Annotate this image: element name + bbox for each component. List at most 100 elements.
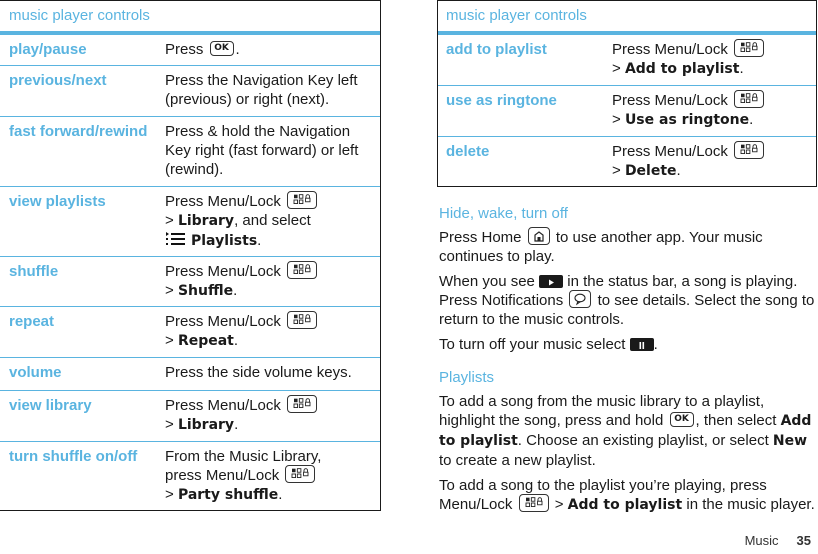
- hide-wake-section: Hide, wake, turn off Press Home to use a…: [439, 205, 817, 354]
- paragraph: When you see in the status bar, a song i…: [439, 272, 817, 329]
- desc-text: From the Music Library,: [165, 448, 322, 465]
- arrow: >: [165, 486, 174, 504]
- music-controls-table-right: music player controls add to playlist Pr…: [437, 0, 817, 187]
- control-description: Press Menu/Lock > Library, and select Pl…: [165, 191, 380, 256]
- table-row: fast forward/rewind Press & hold the Nav…: [0, 117, 380, 187]
- text: , then select: [695, 412, 777, 429]
- control-description: Press Menu/Lock > Shuffle.: [165, 261, 380, 306]
- menu-option: Delete: [624, 163, 677, 180]
- table-title: music player controls: [0, 1, 380, 35]
- menu-lock-key-icon: [287, 311, 318, 330]
- menu-option: Party shuffle: [177, 487, 279, 504]
- menu-option: Repeat: [177, 333, 234, 350]
- text: When you see: [439, 273, 535, 291]
- page-number: 35: [796, 533, 811, 548]
- play-status-icon: [539, 274, 564, 288]
- menu-option: Library: [177, 213, 235, 230]
- ok-key-icon: OK: [669, 411, 694, 427]
- arrow: >: [165, 212, 174, 230]
- desc-text: .: [233, 282, 238, 300]
- playlists-section: Playlists To add a song from the music l…: [439, 369, 817, 515]
- desc-text: .: [739, 60, 744, 78]
- paragraph: To turn off your music select .: [439, 335, 817, 354]
- notifications-key-icon: [569, 290, 592, 309]
- control-description: Press the Navigation Key left (previous)…: [165, 72, 358, 108]
- table-row: repeat Press Menu/Lock > Repeat.: [0, 307, 380, 358]
- menu-option: Shuffle: [177, 283, 234, 300]
- menu-lock-key-icon: [287, 261, 318, 280]
- table-row: add to playlist Press Menu/Lock > Add to…: [438, 35, 816, 86]
- menu-option: Use as ringtone: [624, 112, 750, 129]
- desc-text: press Menu/Lock: [165, 467, 280, 484]
- menu-lock-key-icon: [285, 465, 316, 484]
- menu-lock-key-icon: [734, 141, 765, 160]
- text: Press Home: [439, 229, 522, 246]
- text: to create a new playlist.: [439, 452, 596, 469]
- control-description: From the Music Library, press Menu/Lock …: [165, 447, 380, 510]
- table-row: use as ringtone Press Menu/Lock > Use as…: [438, 86, 816, 137]
- section-heading: Playlists: [439, 369, 495, 386]
- desc-text: .: [234, 416, 239, 434]
- table-row: turn shuffle on/off From the Music Libra…: [0, 442, 380, 510]
- playlists-icon: [166, 232, 185, 246]
- control-name: delete: [446, 143, 490, 160]
- arrow: >: [612, 60, 621, 78]
- text: in the music player.: [686, 496, 815, 513]
- desc-text: .: [233, 332, 239, 350]
- paragraph: To add a song from the music library to …: [439, 392, 817, 470]
- menu-option: Playlists: [191, 233, 258, 250]
- control-name: repeat: [9, 313, 55, 330]
- control-description: Press Menu/Lock > Use as ringtone.: [612, 90, 816, 136]
- arrow: >: [612, 111, 621, 129]
- table-row: shuffle Press Menu/Lock > Shuffle.: [0, 257, 380, 307]
- desc-text: .: [257, 232, 262, 250]
- desc-text: Press Menu/Lock: [165, 263, 281, 280]
- paragraph: Press Home to use another app. Your musi…: [439, 227, 817, 266]
- music-controls-table-left: music player controls play/pause Press O…: [0, 0, 381, 511]
- text: . Choose an existing playlist, or select: [517, 432, 769, 449]
- desc-text: Press Menu/Lock: [612, 41, 728, 58]
- control-description: Press Menu/Lock > Library.: [165, 395, 380, 441]
- control-name: shuffle: [9, 263, 59, 280]
- control-name: play/pause: [9, 41, 87, 58]
- table-row: previous/next Press the Navigation Key l…: [0, 66, 380, 117]
- menu-option: Add to playlist: [624, 61, 740, 78]
- text: To turn off your music select: [439, 336, 626, 354]
- menu-option: Add to playlist: [567, 497, 683, 513]
- table-row: view library Press Menu/Lock > Library.: [0, 391, 380, 442]
- desc-text: .: [676, 162, 681, 180]
- arrow: >: [165, 332, 174, 350]
- control-name: use as ringtone: [446, 92, 557, 109]
- control-description: Press the side volume keys.: [165, 364, 352, 381]
- desc-text: .: [278, 486, 283, 504]
- control-description: Press OK.: [165, 40, 380, 65]
- control-description: Press Menu/Lock > Add to playlist.: [612, 39, 816, 85]
- desc-text: .: [749, 111, 754, 129]
- control-name: volume: [9, 364, 62, 381]
- control-description: Press Menu/Lock > Repeat.: [165, 311, 380, 357]
- table-row: volume Press the side volume keys.: [0, 358, 380, 391]
- control-name: add to playlist: [446, 41, 547, 58]
- menu-lock-key-icon: [518, 494, 549, 513]
- ok-key-icon: OK: [209, 40, 234, 56]
- desc-text: Press Menu/Lock: [612, 92, 728, 109]
- control-name: turn shuffle on/off: [9, 448, 138, 465]
- table-row: view playlists Press Menu/Lock > Library…: [0, 187, 380, 257]
- control-name: previous/next: [9, 72, 107, 89]
- desc-text: , and select: [234, 212, 311, 230]
- control-description: Press Menu/Lock > Delete.: [612, 141, 816, 185]
- control-name: view playlists: [9, 193, 106, 210]
- table-row: delete Press Menu/Lock > Delete.: [438, 137, 816, 185]
- arrow: >: [612, 162, 621, 180]
- arrow: >: [165, 416, 174, 434]
- desc-text: Press Menu/Lock: [165, 397, 281, 414]
- arrow: >: [165, 282, 174, 300]
- desc-text: Press Menu/Lock: [165, 313, 281, 330]
- home-key-icon: [527, 227, 550, 246]
- menu-lock-key-icon: [287, 395, 318, 414]
- control-name: view library: [9, 397, 92, 414]
- control-description: Press & hold the Navigation Key right (f…: [165, 123, 359, 178]
- text: .: [653, 336, 658, 354]
- menu-option: New: [772, 433, 808, 449]
- menu-lock-key-icon: [734, 90, 765, 109]
